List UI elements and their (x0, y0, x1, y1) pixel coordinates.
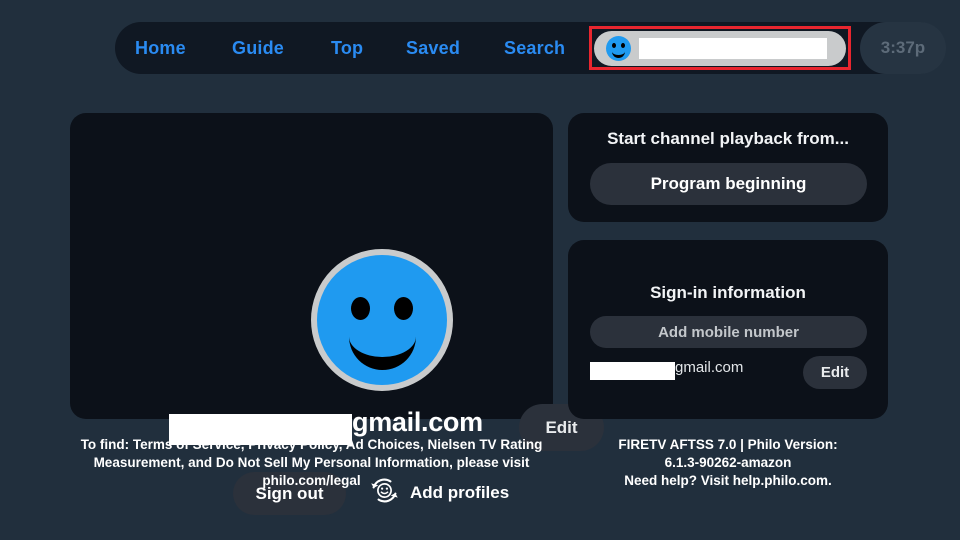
version-footer-line-3: Need help? Visit help.philo.com. (624, 473, 832, 488)
nav-item-search[interactable]: Search (504, 38, 565, 59)
version-footer-text: FIRETV AFTSS 7.0 | Philo Version: 6.1.3-… (568, 436, 888, 490)
smiley-eye-left (351, 297, 370, 320)
edit-signin-email-button[interactable]: Edit (803, 356, 867, 389)
clock-display: 3:37p (860, 22, 946, 74)
signin-email-domain-label: gmail.com (675, 359, 744, 376)
program-beginning-option-button[interactable]: Program beginning (590, 163, 867, 205)
top-navigation-bar: Home Guide Top Saved Search (115, 22, 945, 74)
profile-name-redaction (639, 38, 827, 59)
profile-avatar-smiley-face-icon[interactable] (311, 249, 453, 391)
nav-item-saved[interactable]: Saved (406, 38, 460, 59)
nav-item-top[interactable]: Top (331, 38, 363, 59)
version-footer-line-2: 6.1.3-90262-amazon (664, 455, 792, 470)
profile-selector-pill[interactable] (594, 31, 846, 66)
signin-email-row: gmail.com Edit (590, 356, 867, 390)
nav-item-guide[interactable]: Guide (232, 38, 284, 59)
smiley-eye-right (394, 297, 413, 320)
version-footer-line-1: FIRETV AFTSS 7.0 | Philo Version: (618, 437, 838, 452)
add-mobile-number-button[interactable]: Add mobile number (590, 316, 867, 348)
nav-item-home[interactable]: Home (135, 38, 186, 59)
smiley-face-icon (606, 36, 631, 61)
philo-settings-screen: Home Guide Top Saved Search 3:37p gmail.… (0, 0, 960, 540)
smiley-mouth (612, 48, 625, 58)
legal-footer-line-3: philo.com/legal (262, 473, 361, 488)
legal-footer-line-1: To find: Terms of Service, Privacy Polic… (80, 437, 543, 452)
signin-email-username-redaction (590, 362, 675, 380)
playback-preference-card: Start channel playback from... Program b… (568, 113, 888, 222)
email-domain-label: gmail.com (352, 407, 483, 437)
signin-information-card: Sign-in information Add mobile number gm… (568, 240, 888, 419)
smiley-mouth (349, 325, 416, 370)
playback-card-title: Start channel playback from... (607, 129, 849, 148)
legal-footer-line-2: Measurement, and Do Not Sell My Personal… (93, 455, 530, 470)
profile-card: gmail.com Edit Sign out Add profiles (70, 113, 604, 515)
legal-footer-text: To find: Terms of Service, Privacy Polic… (70, 436, 553, 490)
signin-card-title: Sign-in information (650, 283, 806, 302)
